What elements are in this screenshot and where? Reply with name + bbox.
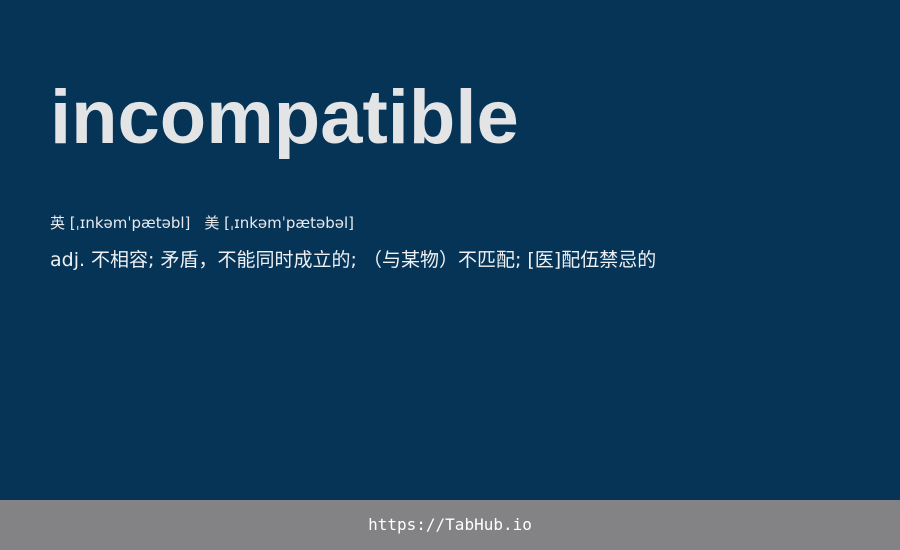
phonetic-us: 美 [ˌɪnkəmˈpætəbəl] [204,214,354,232]
phonetic-uk: 英 [ˌɪnkəmˈpætəbl] [50,214,191,232]
footer-url-link[interactable]: https://TabHub.io [0,500,900,550]
definition: adj. 不相容; 矛盾，不能同时成立的; （与某物）不匹配; [医]配伍禁忌的 [50,249,657,271]
headword: incompatible [50,75,519,160]
word-card: incompatible 英 [ˌɪnkəmˈpætəbl] 美 [ˌɪnkəmˈ… [0,0,900,500]
footer-bar: https://TabHub.io [0,500,900,550]
phonetics: 英 [ˌɪnkəmˈpætəbl] 美 [ˌɪnkəmˈpætəbəl] [50,212,354,234]
